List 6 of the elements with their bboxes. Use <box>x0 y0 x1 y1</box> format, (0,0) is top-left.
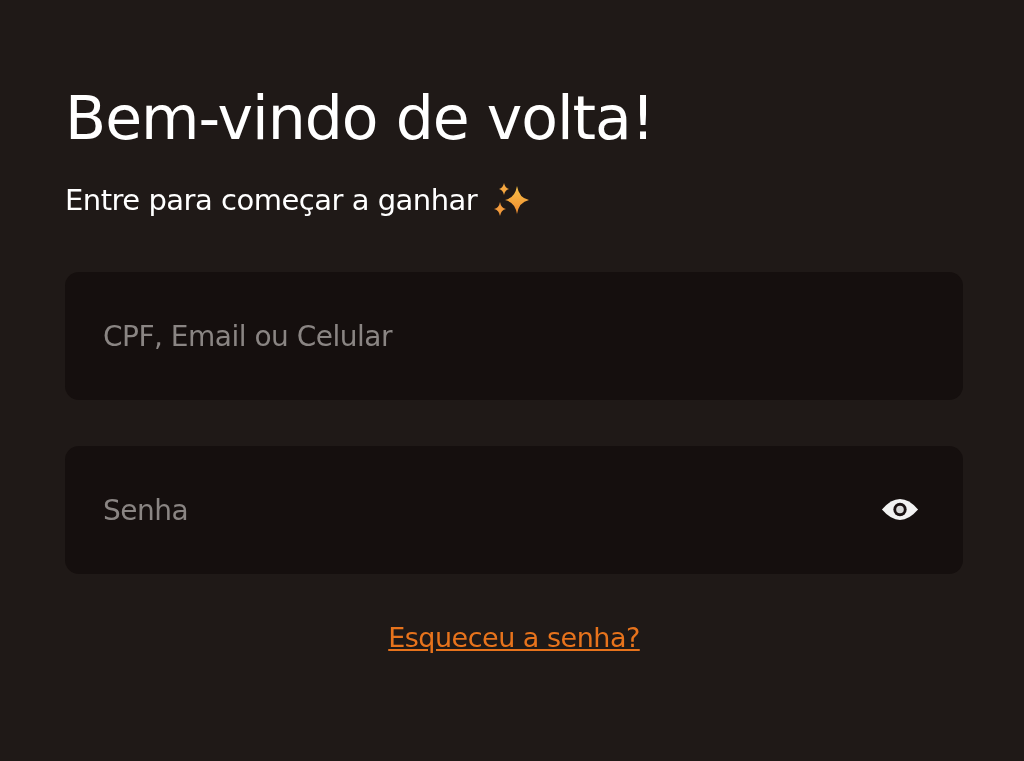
password-field[interactable]: Senha <box>65 446 963 574</box>
login-field[interactable]: CPF, Email ou Celular <box>65 272 963 400</box>
eye-icon[interactable] <box>881 496 919 523</box>
welcome-title: Bem-vindo de volta! <box>65 82 655 155</box>
subtitle: Entre para começar a ganhar <box>65 183 478 217</box>
forgot-password-link[interactable]: Esqueceu a senha? <box>388 622 640 653</box>
